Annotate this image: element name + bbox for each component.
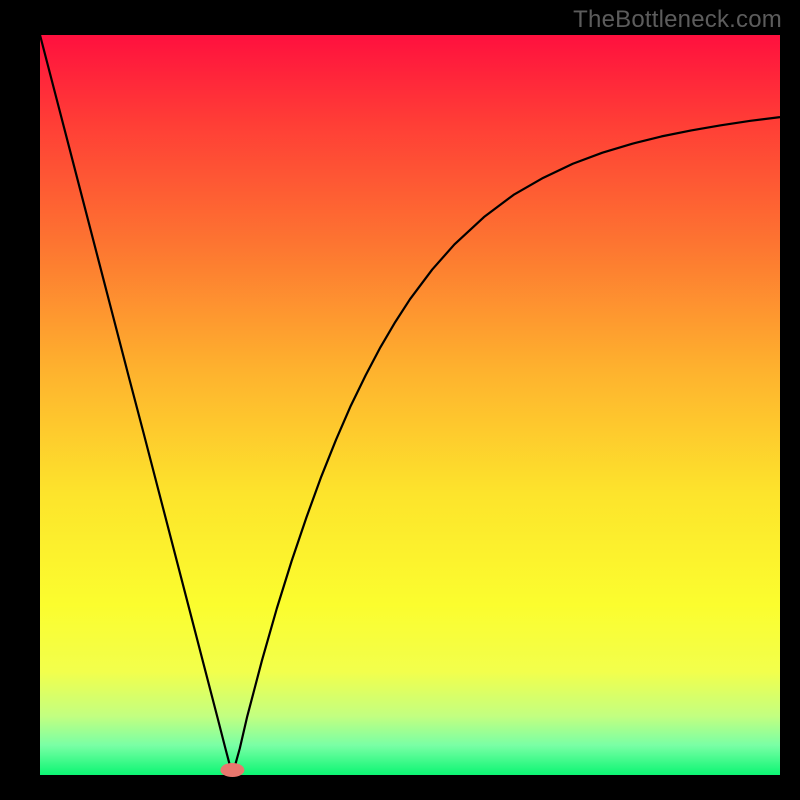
chart-frame: TheBottleneck.com	[0, 0, 800, 800]
optimum-marker	[220, 763, 244, 777]
watermark-text: TheBottleneck.com	[573, 6, 782, 34]
plot-background	[40, 35, 780, 775]
chart-svg	[0, 0, 800, 800]
